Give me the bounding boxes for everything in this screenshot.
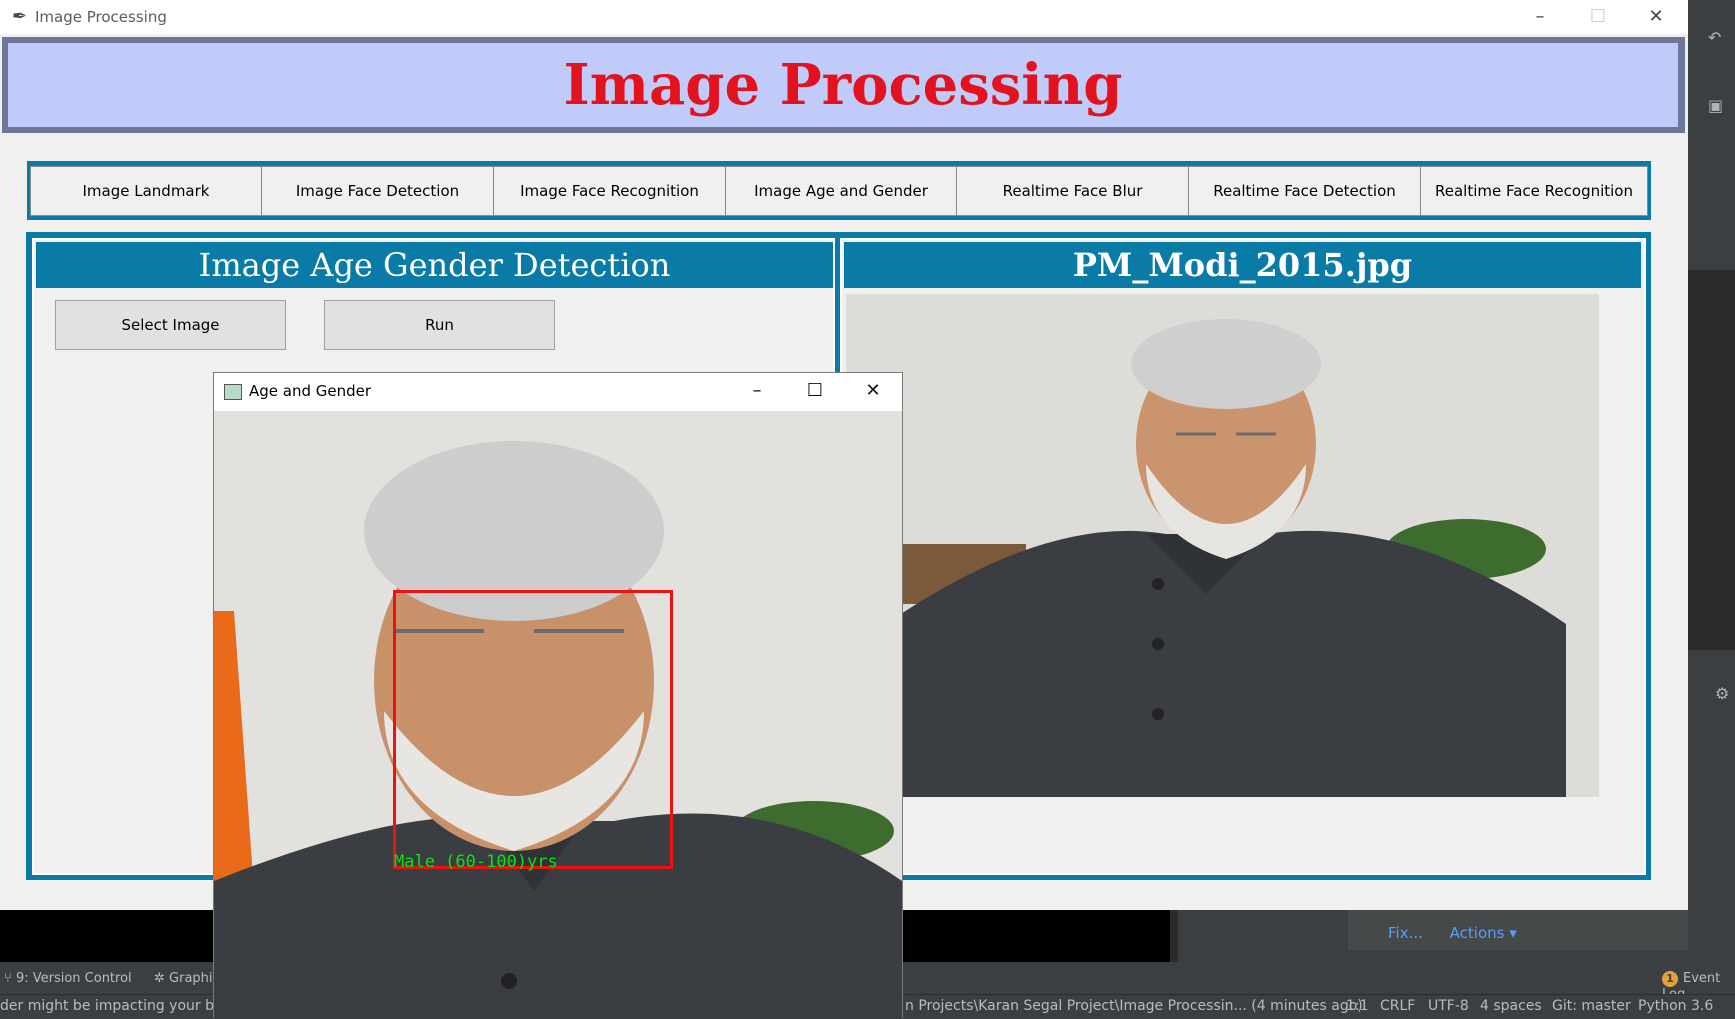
- nav-realtime-face-detection[interactable]: Realtime Face Detection: [1188, 166, 1421, 216]
- image-icon[interactable]: ▣: [1708, 98, 1724, 114]
- image-filename: PM_Modi_2015.jpg: [1072, 246, 1413, 284]
- select-image-button[interactable]: Select Image: [55, 300, 286, 350]
- window-icon: [224, 384, 242, 400]
- preview-image: [846, 294, 1599, 797]
- graphics-tab[interactable]: ✲ Graphic: [154, 971, 220, 986]
- nav-image-face-detection[interactable]: Image Face Detection: [261, 166, 494, 216]
- ide-editor-area: [1688, 270, 1735, 650]
- status-interpreter[interactable]: Python 3.6: [1638, 998, 1713, 1014]
- popup-minimize-button[interactable]: –: [735, 376, 779, 406]
- age-gender-prediction: Male (60-100)yrs: [394, 852, 558, 872]
- feather-icon: ✒: [12, 6, 28, 27]
- nav-image-age-gender[interactable]: Image Age and Gender: [725, 166, 957, 216]
- nav-image-landmark[interactable]: Image Landmark: [30, 166, 262, 216]
- main-window-titlebar: [0, 0, 1688, 34]
- window-title: Image Processing: [35, 8, 167, 26]
- portrait-illustration: [846, 294, 1599, 797]
- status-encoding[interactable]: UTF-8: [1428, 998, 1469, 1014]
- status-position[interactable]: 1:1: [1346, 998, 1369, 1014]
- maximize-button[interactable]: ☐: [1575, 2, 1621, 32]
- event-count-badge: 1: [1662, 971, 1678, 987]
- minimize-button[interactable]: –: [1517, 2, 1563, 32]
- banner-title: Image Processing: [563, 52, 1123, 118]
- nav-image-face-recognition[interactable]: Image Face Recognition: [493, 166, 726, 216]
- nav-realtime-face-blur[interactable]: Realtime Face Blur: [956, 166, 1189, 216]
- status-git-branch[interactable]: Git: master: [1552, 998, 1631, 1014]
- run-button[interactable]: Run: [324, 300, 555, 350]
- popup-title: Age and Gender: [249, 382, 372, 400]
- popup-close-button[interactable]: ✕: [851, 376, 895, 406]
- status-line-separator[interactable]: CRLF: [1380, 998, 1415, 1014]
- nav-bar: Image Landmark Image Face Detection Imag…: [27, 161, 1651, 220]
- notification-links: Fix... Actions ▾: [1388, 924, 1539, 942]
- version-control-label: 9: Version Control: [15, 971, 132, 986]
- left-panel-title: Image Age Gender Detection: [198, 246, 671, 284]
- fix-link[interactable]: Fix...: [1388, 924, 1423, 942]
- status-path: n Projects\Karan Segal Project\Image Pro…: [905, 998, 1363, 1014]
- nav-realtime-face-recognition[interactable]: Realtime Face Recognition: [1420, 166, 1648, 216]
- branch-icon: ⑂: [4, 971, 16, 986]
- face-bounding-box: [393, 590, 673, 869]
- close-button[interactable]: ✕: [1633, 2, 1679, 32]
- gear-icon[interactable]: ⚙: [1715, 686, 1731, 702]
- status-warning[interactable]: der might be impacting your bui: [0, 998, 227, 1014]
- actions-link[interactable]: Actions ▾: [1450, 924, 1517, 942]
- version-control-tab[interactable]: ⑂ 9: Version Control: [4, 971, 132, 986]
- status-indent[interactable]: 4 spaces: [1480, 998, 1542, 1014]
- popup-maximize-button[interactable]: ☐: [793, 376, 837, 406]
- gear-small-icon: ✲: [154, 971, 170, 986]
- undo-icon[interactable]: ↶: [1708, 30, 1724, 46]
